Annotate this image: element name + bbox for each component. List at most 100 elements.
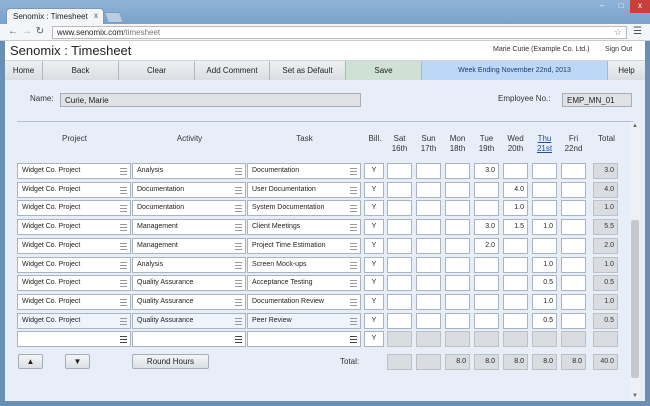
save-button[interactable]: Save bbox=[346, 61, 422, 80]
hours-input[interactable]: 0.5 bbox=[532, 275, 557, 291]
list-icon[interactable] bbox=[120, 187, 127, 194]
hours-input[interactable] bbox=[416, 275, 441, 291]
hours-input[interactable] bbox=[474, 200, 499, 216]
hours-input[interactable]: 0.5 bbox=[532, 313, 557, 329]
round-hours-button[interactable]: Round Hours bbox=[132, 354, 209, 369]
billable-field[interactable]: Y bbox=[364, 275, 384, 291]
hours-input[interactable] bbox=[387, 275, 412, 291]
hours-input[interactable]: 3.0 bbox=[474, 219, 499, 235]
hours-input[interactable] bbox=[445, 238, 470, 254]
project-select[interactable] bbox=[17, 331, 131, 347]
tab-close-icon[interactable]: x bbox=[94, 11, 98, 20]
hours-input[interactable] bbox=[474, 313, 499, 329]
hours-input[interactable] bbox=[445, 294, 470, 310]
move-row-down-button[interactable]: ▼ bbox=[65, 354, 90, 369]
hours-input[interactable] bbox=[387, 219, 412, 235]
week-ending-selector[interactable]: Week Ending November 22nd, 2013 bbox=[422, 61, 608, 80]
maximize-button[interactable]: □ bbox=[611, 0, 631, 13]
scroll-down-icon[interactable]: ▼ bbox=[631, 393, 639, 399]
hours-input[interactable] bbox=[387, 313, 412, 329]
hours-input[interactable] bbox=[416, 200, 441, 216]
list-icon[interactable] bbox=[350, 299, 357, 306]
list-icon[interactable] bbox=[350, 168, 357, 175]
list-icon[interactable] bbox=[235, 299, 242, 306]
back-arrow-icon[interactable]: ← bbox=[7, 26, 19, 38]
task-select[interactable]: Project Time Estimation bbox=[247, 238, 361, 254]
hours-input[interactable] bbox=[561, 238, 586, 254]
browser-tab[interactable]: Senomix : Timesheet x bbox=[6, 8, 104, 24]
billable-field[interactable]: Y bbox=[364, 163, 384, 179]
add-comment-button[interactable]: Add Comment bbox=[195, 61, 270, 80]
hours-input[interactable] bbox=[503, 257, 528, 273]
move-row-up-button[interactable]: ▲ bbox=[18, 354, 43, 369]
task-select[interactable] bbox=[247, 331, 361, 347]
activity-select[interactable]: Management bbox=[132, 219, 246, 235]
project-select[interactable]: Widget Co. Project bbox=[17, 294, 131, 310]
list-icon[interactable] bbox=[350, 318, 357, 325]
hours-input[interactable] bbox=[387, 257, 412, 273]
project-select[interactable]: Widget Co. Project bbox=[17, 257, 131, 273]
project-select[interactable]: Widget Co. Project bbox=[17, 313, 131, 329]
hours-input[interactable]: 4.0 bbox=[503, 182, 528, 198]
hours-input[interactable] bbox=[561, 294, 586, 310]
task-select[interactable]: User Documentation bbox=[247, 182, 361, 198]
list-icon[interactable] bbox=[120, 336, 127, 343]
list-icon[interactable] bbox=[235, 262, 242, 269]
task-select[interactable]: Documentation Review bbox=[247, 294, 361, 310]
billable-field[interactable]: Y bbox=[364, 182, 384, 198]
project-select[interactable]: Widget Co. Project bbox=[17, 200, 131, 216]
activity-select[interactable] bbox=[132, 331, 246, 347]
hours-input[interactable] bbox=[532, 182, 557, 198]
new-tab-button[interactable] bbox=[103, 12, 125, 23]
hours-input[interactable] bbox=[474, 182, 499, 198]
hours-input[interactable] bbox=[532, 163, 557, 179]
list-icon[interactable] bbox=[350, 205, 357, 212]
hours-input[interactable]: 1.5 bbox=[503, 219, 528, 235]
hours-input[interactable] bbox=[561, 200, 586, 216]
list-icon[interactable] bbox=[350, 243, 357, 250]
list-icon[interactable] bbox=[235, 243, 242, 250]
hours-input[interactable] bbox=[561, 313, 586, 329]
project-select[interactable]: Widget Co. Project bbox=[17, 238, 131, 254]
hours-input[interactable] bbox=[416, 182, 441, 198]
task-select[interactable]: Screen Mock-ups bbox=[247, 257, 361, 273]
hours-input[interactable] bbox=[445, 219, 470, 235]
activity-select[interactable]: Analysis bbox=[132, 257, 246, 273]
bookmark-star-icon[interactable]: ☆ bbox=[614, 27, 622, 38]
hours-input[interactable]: 1.0 bbox=[503, 200, 528, 216]
project-select[interactable]: Widget Co. Project bbox=[17, 163, 131, 179]
hours-input[interactable] bbox=[503, 163, 528, 179]
list-icon[interactable] bbox=[235, 187, 242, 194]
hours-input[interactable] bbox=[561, 257, 586, 273]
hours-input[interactable] bbox=[561, 182, 586, 198]
hours-input[interactable] bbox=[503, 275, 528, 291]
hours-input[interactable] bbox=[503, 238, 528, 254]
vertical-scrollbar[interactable]: ▲ ▼ bbox=[630, 123, 640, 399]
hours-input[interactable] bbox=[561, 163, 586, 179]
task-select[interactable]: Documentation bbox=[247, 163, 361, 179]
list-icon[interactable] bbox=[120, 318, 127, 325]
activity-select[interactable]: Quality Assurance bbox=[132, 275, 246, 291]
hours-input[interactable]: 1.0 bbox=[532, 257, 557, 273]
hours-input[interactable] bbox=[387, 238, 412, 254]
address-bar[interactable]: www.senomix.com/timesheet ☆ bbox=[52, 26, 627, 39]
list-icon[interactable] bbox=[350, 280, 357, 287]
list-icon[interactable] bbox=[120, 243, 127, 250]
billable-field[interactable]: Y bbox=[364, 257, 384, 273]
list-icon[interactable] bbox=[120, 280, 127, 287]
billable-field[interactable]: Y bbox=[364, 294, 384, 310]
list-icon[interactable] bbox=[350, 187, 357, 194]
project-select[interactable]: Widget Co. Project bbox=[17, 182, 131, 198]
list-icon[interactable] bbox=[120, 168, 127, 175]
hours-input[interactable] bbox=[416, 257, 441, 273]
list-icon[interactable] bbox=[120, 262, 127, 269]
hours-input[interactable] bbox=[474, 294, 499, 310]
hours-input[interactable] bbox=[503, 294, 528, 310]
billable-field[interactable]: Y bbox=[364, 331, 384, 347]
clear-button[interactable]: Clear bbox=[119, 61, 195, 80]
hours-input[interactable] bbox=[416, 219, 441, 235]
hours-input[interactable] bbox=[387, 200, 412, 216]
activity-select[interactable]: Documentation bbox=[132, 200, 246, 216]
hours-input[interactable] bbox=[445, 200, 470, 216]
list-icon[interactable] bbox=[235, 168, 242, 175]
